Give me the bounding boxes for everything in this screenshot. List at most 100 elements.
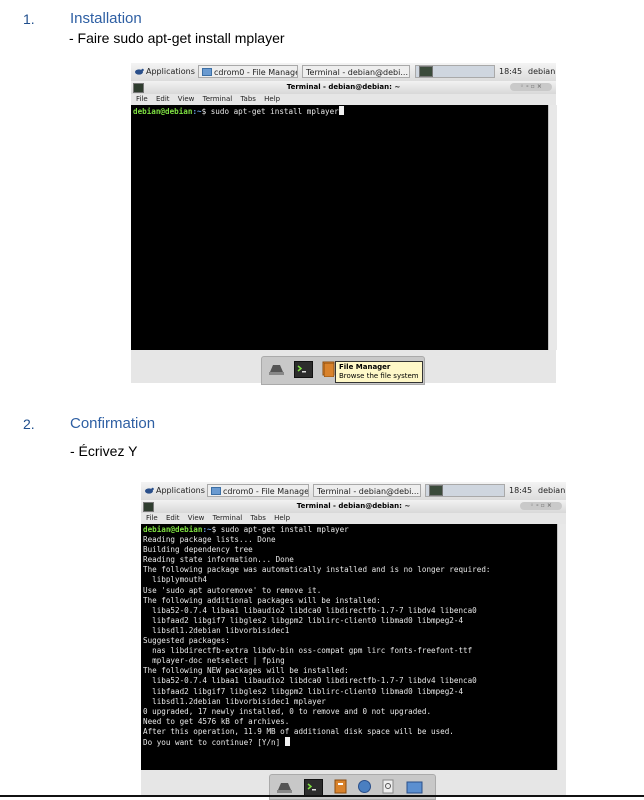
browser-dock-icon[interactable] (356, 779, 373, 794)
terminal-line: Need to get 4576 kB of archives. (143, 716, 290, 726)
menu-tabs[interactable]: Tabs (250, 514, 266, 522)
menu-view[interactable]: View (178, 95, 195, 103)
file-manager-tooltip: File Manager Browse the file system (324, 361, 423, 383)
menu-terminal[interactable]: Terminal (203, 95, 233, 103)
page-bottom-rule (0, 795, 644, 797)
user-label: debian (538, 486, 566, 495)
terminal-line: Reading package lists... Done (143, 535, 276, 545)
terminal-line: Suggested packages: (143, 636, 230, 646)
menu-terminal[interactable]: Terminal (213, 514, 243, 522)
menu-edit[interactable]: Edit (166, 514, 180, 522)
menu-file[interactable]: File (136, 95, 148, 103)
step-2-title: Confirmation (70, 415, 156, 432)
applications-menu[interactable]: Applications (143, 484, 205, 497)
terminal-output[interactable]: debian@debian:~$ sudo apt-get install mp… (131, 105, 550, 350)
terminal-window: Terminal - debian@debian: ~ ◦ - ▫ × File … (141, 500, 566, 796)
terminal-dock-icon[interactable] (294, 361, 313, 378)
folder-icon (202, 68, 212, 76)
screenshot-2: Applications cdrom0 - File Manager Termi… (141, 482, 566, 800)
search-dock-icon[interactable] (380, 779, 397, 794)
prompt-path: :~ (202, 525, 212, 534)
step-2-number: 2. (23, 416, 35, 432)
prompt-user: debian@debian (143, 525, 203, 534)
menu-help[interactable]: Help (274, 514, 290, 522)
terminal-line: liba52-0.7.4 libaa1 libaudio2 libdca0 li… (152, 676, 477, 686)
workspace-switcher[interactable] (415, 65, 495, 78)
continue-prompt: Do you want to continue? [Y/n] (143, 737, 285, 747)
applications-label: Applications (156, 486, 205, 495)
desktop-icon[interactable] (268, 361, 285, 376)
taskbar-file-manager-label: cdrom0 - File Manager (214, 68, 298, 77)
taskbar-terminal-label: Terminal - debian@debi... (317, 487, 419, 496)
menubar: File Edit View Terminal Tabs Help (141, 513, 566, 524)
xfce-mouse-icon (135, 68, 144, 75)
window-icon (133, 83, 144, 93)
window-controls[interactable]: ◦ - ▫ × (520, 502, 562, 510)
window-title: Terminal - debian@debian: ~ (286, 83, 401, 91)
xfce-mouse-icon (145, 487, 154, 494)
taskbar-terminal[interactable]: Terminal - debian@debi... (302, 65, 410, 78)
prompt-path: :~ (192, 107, 202, 116)
workspace-switcher[interactable] (425, 484, 505, 497)
terminal-output[interactable]: debian@debian:~$ sudo apt-get install mp… (141, 524, 557, 770)
command-text: $ sudo apt-get install mplayer (211, 525, 349, 534)
step-1-number: 1. (23, 11, 35, 27)
taskbar: Applications cdrom0 - File Manager Termi… (141, 482, 566, 501)
taskbar-terminal[interactable]: Terminal - debian@debi... (313, 484, 421, 497)
terminal-line: nas libdirectfb-extra libdv-bin oss-comp… (152, 646, 473, 656)
clock: 18:45 (509, 486, 533, 495)
user-label: debian (528, 67, 556, 76)
taskbar: Applications cdrom0 - File Manager Termi… (131, 63, 556, 82)
prompt-user: debian@debian (133, 107, 193, 116)
terminal-line: libsdl1.2debian libvorbisidec1 mplayer (152, 696, 326, 706)
window-controls[interactable]: ◦ - ▫ × (510, 83, 552, 91)
scrollbar[interactable] (557, 524, 566, 770)
menu-view[interactable]: View (188, 514, 205, 522)
terminal-line: Use 'sudo apt autoremove' to remove it. (143, 585, 322, 595)
window-icon (143, 502, 154, 512)
desktop-icon[interactable] (276, 779, 293, 794)
terminal-line: The following NEW packages will be insta… (143, 666, 349, 676)
terminal-output-lines: Reading package lists... Done Building d… (143, 535, 490, 736)
terminal-line: 0 upgraded, 17 newly installed, 0 to rem… (143, 706, 432, 716)
taskbar-file-manager[interactable]: cdrom0 - File Manager (207, 484, 309, 497)
terminal-line: Reading state information... Done (143, 555, 294, 565)
window-titlebar[interactable]: Terminal - debian@debian: ~ ◦ - ▫ × (131, 81, 556, 94)
folder-icon (211, 487, 221, 495)
tooltip-title: File Manager (339, 363, 391, 371)
window-titlebar[interactable]: Terminal - debian@debian: ~ ◦ - ▫ × (141, 500, 566, 513)
applications-menu[interactable]: Applications (133, 65, 195, 78)
menu-edit[interactable]: Edit (156, 95, 170, 103)
text-cursor (338, 106, 344, 115)
terminal-line: liba52-0.7.4 libaa1 libaudio2 libdca0 li… (152, 605, 477, 615)
terminal-dock-icon[interactable] (304, 779, 323, 796)
tooltip-subtitle: Browse the file system (339, 372, 419, 380)
taskbar-file-manager-label: cdrom0 - File Manager (223, 487, 309, 496)
command-text: $ sudo apt-get install mplayer (201, 107, 339, 116)
workspace-thumb-icon (429, 485, 443, 496)
screenshot-1: Applications cdrom0 - File Manager Termi… (131, 63, 557, 385)
menubar: File Edit View Terminal Tabs Help (131, 94, 556, 105)
terminal-line: mplayer-doc netselect | fping (152, 656, 285, 666)
menu-file[interactable]: File (146, 514, 158, 522)
terminal-line: The following package was automatically … (143, 565, 491, 575)
menu-help[interactable]: Help (264, 95, 280, 103)
applications-label: Applications (146, 67, 195, 76)
file-manager-tooltip-icon (324, 363, 334, 377)
taskbar-terminal-label: Terminal - debian@debi... (306, 68, 408, 77)
window-title: Terminal - debian@debian: ~ (296, 502, 411, 510)
terminal-window: Terminal - debian@debian: ~ ◦ - ▫ × File … (131, 81, 557, 383)
menu-tabs[interactable]: Tabs (240, 95, 256, 103)
file-manager-dock-icon[interactable] (332, 779, 349, 794)
terminal-line: libplymouth4 (152, 575, 208, 585)
step-1-title: Installation (70, 10, 142, 27)
folder-dock-icon[interactable] (406, 779, 423, 794)
terminal-line: Building dependency tree (143, 545, 253, 555)
step-1-description: - Faire sudo apt-get install mplayer (69, 30, 285, 46)
taskbar-file-manager[interactable]: cdrom0 - File Manager (198, 65, 298, 78)
terminal-line: libsdl1.2debian libvorbisidec1 (152, 625, 290, 635)
terminal-line: libfaad2 libgif7 libgles2 libgpm2 liblir… (152, 615, 464, 625)
clock: 18:45 (499, 67, 523, 76)
text-cursor (284, 736, 290, 746)
scrollbar[interactable] (548, 105, 557, 350)
